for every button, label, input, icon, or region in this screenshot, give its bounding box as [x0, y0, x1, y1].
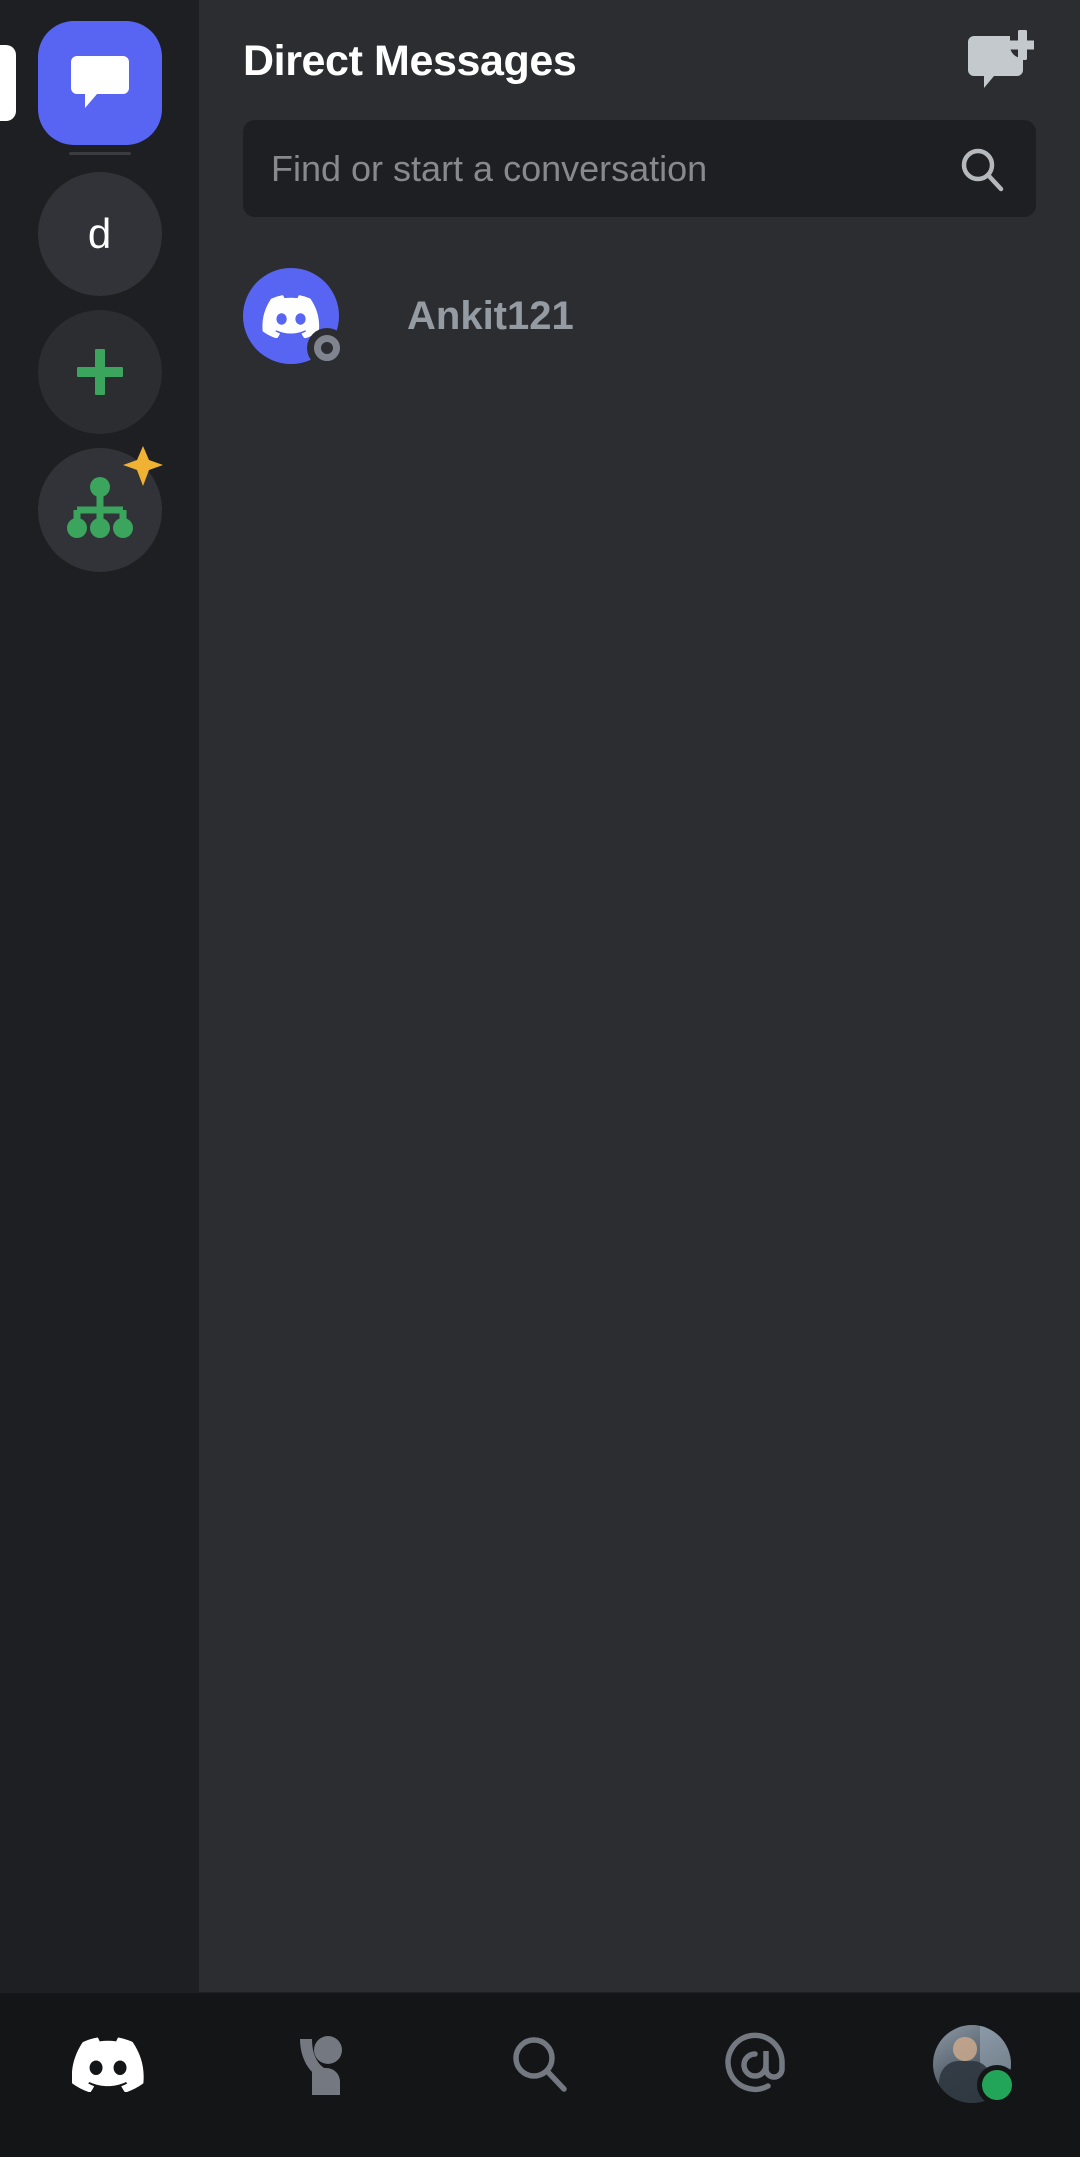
active-server-indicator — [0, 45, 16, 121]
user-avatar-wrap[interactable] — [933, 2025, 1017, 2105]
new-message-icon — [968, 30, 1034, 88]
dm-home-button[interactable] — [37, 21, 162, 145]
nav-item-friends[interactable] — [216, 2021, 432, 2107]
plus-icon — [76, 349, 123, 395]
dm-list: Ankit121 — [243, 257, 1036, 375]
nav-item-search[interactable] — [432, 2021, 648, 2107]
dm-username: Ankit121 — [407, 293, 574, 338]
list-item[interactable]: Ankit121 — [243, 257, 1036, 375]
sidebar-item-direct-messages[interactable] — [0, 16, 199, 150]
dm-header: Direct Messages — [243, 0, 1036, 116]
at-mention-icon — [725, 2032, 785, 2093]
bottom-navigation — [0, 1992, 1080, 2157]
person-icon — [300, 2036, 342, 2095]
new-dm-button[interactable] — [966, 29, 1036, 93]
avatar — [243, 268, 347, 368]
offline-status-icon — [314, 335, 340, 361]
sidebar-divider — [68, 152, 131, 155]
server-d-button[interactable]: d — [37, 172, 162, 296]
sidebar-item-add-server[interactable] — [0, 303, 199, 441]
app-body: d Direct Messages Find or start a conver… — [0, 0, 1080, 1992]
online-status-icon — [977, 2065, 1017, 2105]
nav-item-profile[interactable] — [864, 2021, 1080, 2107]
search-icon — [513, 2037, 567, 2092]
discord-logo-icon — [72, 2037, 144, 2092]
chat-bubble-icon — [70, 56, 129, 108]
search-icon — [961, 148, 1004, 191]
explore-servers-button[interactable] — [37, 446, 163, 572]
search-input[interactable]: Find or start a conversation — [271, 148, 956, 190]
direct-messages-panel: Direct Messages Find or start a conversa… — [199, 0, 1080, 1992]
nav-item-mentions[interactable] — [648, 2021, 864, 2107]
nav-item-servers[interactable] — [0, 2021, 216, 2107]
discord-mobile-app: d Direct Messages Find or start a conver… — [0, 0, 1080, 2157]
search-icon-wrap[interactable] — [956, 143, 1008, 195]
avatar-face-detail — [953, 2037, 977, 2061]
discord-logo-avatar — [262, 295, 320, 338]
status-badge — [307, 328, 347, 368]
guild-sidebar: d — [0, 0, 199, 1992]
server-letter-icon: d — [87, 210, 112, 257]
add-server-button[interactable] — [37, 310, 162, 434]
avatar-bg-detail — [979, 2025, 1011, 2069]
star-badge — [122, 446, 163, 486]
search-bar[interactable]: Find or start a conversation — [243, 120, 1036, 217]
sidebar-item-explore-servers[interactable] — [0, 441, 199, 579]
page-title: Direct Messages — [243, 36, 577, 85]
sidebar-item-server-d[interactable]: d — [0, 165, 199, 303]
